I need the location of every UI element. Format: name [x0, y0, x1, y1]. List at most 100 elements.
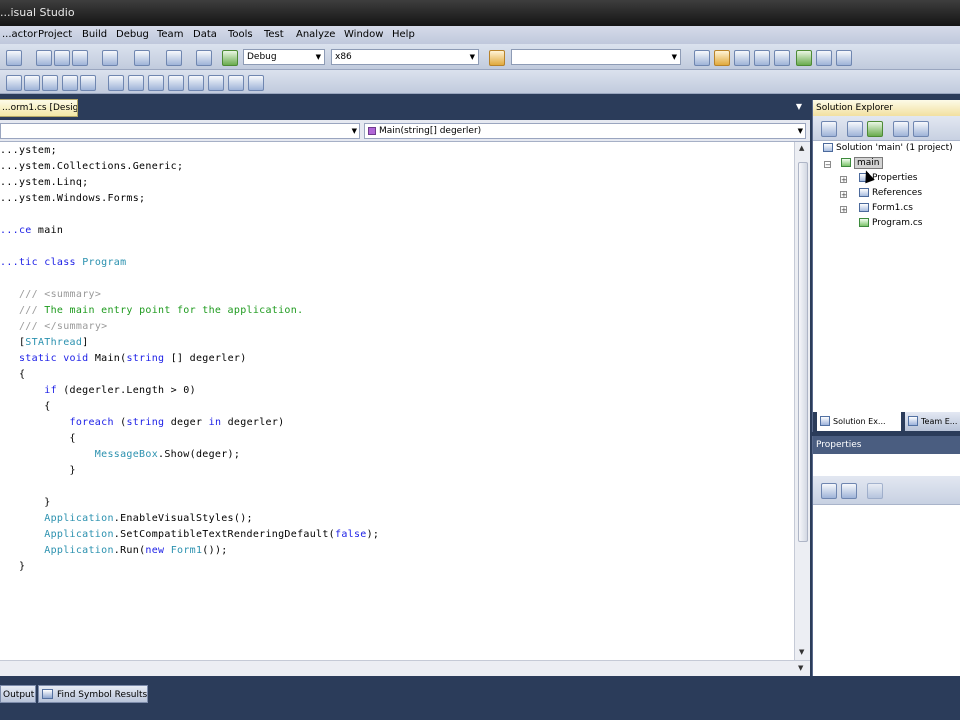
code-line[interactable]: } [0, 497, 51, 508]
code-line[interactable]: Application.EnableVisualStyles(); [0, 513, 253, 524]
menu-help[interactable]: Help [390, 26, 417, 44]
horizontal-spacing-icon[interactable] [168, 75, 184, 91]
redo-icon[interactable] [134, 50, 150, 66]
server-explorer-icon[interactable] [796, 50, 812, 66]
align-middles-icon[interactable] [80, 75, 96, 91]
code-line[interactable]: Application.Run(new Form1()); [0, 545, 228, 556]
code-line[interactable]: /// The main entry point for the applica… [0, 305, 303, 316]
expand-icon[interactable]: + [840, 191, 847, 199]
code-line[interactable]: /// <summary> [0, 289, 101, 300]
code-line[interactable]: Application.SetCompatibleTextRenderingDe… [0, 529, 379, 540]
scrollbar-thumb[interactable] [798, 162, 808, 542]
code-line[interactable]: /// </summary> [0, 321, 107, 332]
view-designer-icon[interactable] [913, 121, 929, 137]
code-line[interactable]: { [0, 401, 51, 412]
tab-output[interactable]: Output [0, 685, 36, 703]
code-line[interactable]: [STAThread] [0, 337, 89, 348]
editor-horizontal-scrollbar[interactable]: ▼ [0, 660, 810, 676]
start-debugging-icon[interactable] [222, 50, 238, 66]
properties-window-icon[interactable] [714, 50, 730, 66]
chevron-down-icon[interactable]: ▼ [796, 102, 802, 111]
tab-find-symbol-results[interactable]: Find Symbol Results [38, 685, 148, 703]
property-pages-icon[interactable] [867, 483, 883, 499]
scroll-up-icon[interactable]: ▲ [799, 144, 804, 152]
undo-icon[interactable] [102, 50, 118, 66]
code-line[interactable]: ...tic class Program [0, 257, 126, 268]
align-rights-icon[interactable] [42, 75, 58, 91]
menu-refactor[interactable]: ...actor [0, 26, 39, 44]
tree-item-references[interactable]: References [859, 187, 922, 200]
center-vertically-icon[interactable] [228, 75, 244, 91]
menu-project[interactable]: Project [36, 26, 74, 44]
align-lefts-icon[interactable] [6, 75, 22, 91]
navigate-forward-icon[interactable] [196, 50, 212, 66]
code-line[interactable]: } [0, 561, 25, 572]
class-view-icon[interactable] [774, 50, 790, 66]
member-select[interactable]: Main(string[] degerler) ▼ [364, 123, 806, 139]
code-line[interactable]: ...ystem.Windows.Forms; [0, 193, 145, 204]
scroll-down-icon[interactable]: ▼ [799, 648, 804, 656]
center-horizontally-icon[interactable] [208, 75, 224, 91]
align-tops-icon[interactable] [62, 75, 78, 91]
code-line[interactable]: ...ystem.Collections.Generic; [0, 161, 183, 172]
collapse-icon[interactable]: − [824, 161, 831, 169]
categorized-icon[interactable] [821, 483, 837, 499]
object-browser-icon[interactable] [734, 50, 750, 66]
code-line[interactable]: MessageBox.Show(deger); [0, 449, 240, 460]
tree-project-main[interactable]: main [841, 157, 883, 170]
editor-vertical-scrollbar[interactable]: ▲ ▼ [794, 142, 810, 660]
alphabetical-icon[interactable] [841, 483, 857, 499]
solution-platform-select[interactable]: x86 ▼ [331, 49, 479, 65]
code-line[interactable]: static void Main(string [] degerler) [0, 353, 247, 364]
solution-configuration-select[interactable]: Debug ▼ [243, 49, 325, 65]
find-in-files-icon[interactable] [489, 50, 505, 66]
code-line[interactable]: { [0, 369, 25, 380]
expand-icon[interactable]: + [840, 176, 847, 184]
properties-icon[interactable] [821, 121, 837, 137]
code-line[interactable]: if (degerler.Length > 0) [0, 385, 196, 396]
bring-to-front-icon[interactable] [248, 75, 264, 91]
paste-icon[interactable] [72, 50, 88, 66]
expand-icon[interactable]: + [840, 206, 847, 214]
navigate-back-icon[interactable] [166, 50, 182, 66]
menu-window[interactable]: Window [342, 26, 385, 44]
show-all-files-icon[interactable] [847, 121, 863, 137]
menu-analyze[interactable]: Analyze [294, 26, 337, 44]
cut-icon[interactable] [36, 50, 52, 66]
code-line[interactable]: ...ystem.Linq; [0, 177, 89, 188]
tree-item-form1[interactable]: Form1.cs [859, 202, 913, 215]
vertical-spacing-icon[interactable] [188, 75, 204, 91]
menu-data[interactable]: Data [191, 26, 219, 44]
scroll-down-icon[interactable]: ▼ [798, 664, 803, 672]
command-window-icon[interactable] [836, 50, 852, 66]
tab-team-explorer[interactable]: Team E... [905, 412, 960, 431]
tree-solution[interactable]: Solution 'main' (1 project) [823, 142, 953, 155]
copy-icon[interactable] [54, 50, 70, 66]
code-editor[interactable]: ...ystem; ...ystem.Collections.Generic;..… [0, 142, 794, 660]
find-combo[interactable]: ▼ [511, 49, 681, 65]
menu-debug[interactable]: Debug [114, 26, 151, 44]
start-page-icon[interactable] [816, 50, 832, 66]
tree-item-program[interactable]: Program.cs [859, 217, 922, 230]
code-line[interactable]: ...ystem; [0, 145, 57, 156]
code-line[interactable]: } [0, 465, 76, 476]
make-same-height-icon[interactable] [128, 75, 144, 91]
menu-tools[interactable]: Tools [226, 26, 255, 44]
code-line[interactable]: { [0, 433, 76, 444]
menu-test[interactable]: Test [262, 26, 286, 44]
menu-build[interactable]: Build [80, 26, 109, 44]
make-same-width-icon[interactable] [108, 75, 124, 91]
code-line[interactable]: ...ce main [0, 225, 63, 236]
tab-solution-explorer[interactable]: Solution Ex... [817, 412, 901, 431]
solution-explorer-icon[interactable] [694, 50, 710, 66]
tab-form1-design[interactable]: ...orm1.cs [Design] [0, 99, 78, 117]
save-icon[interactable] [6, 50, 22, 66]
code-line[interactable]: foreach (string deger in degerler) [0, 417, 285, 428]
toolbox-icon[interactable] [754, 50, 770, 66]
align-centers-icon[interactable] [24, 75, 40, 91]
refresh-icon[interactable] [867, 121, 883, 137]
view-code-icon[interactable] [893, 121, 909, 137]
menu-team[interactable]: Team [155, 26, 185, 44]
make-same-size-icon[interactable] [148, 75, 164, 91]
type-select[interactable]: ▼ [0, 123, 360, 139]
